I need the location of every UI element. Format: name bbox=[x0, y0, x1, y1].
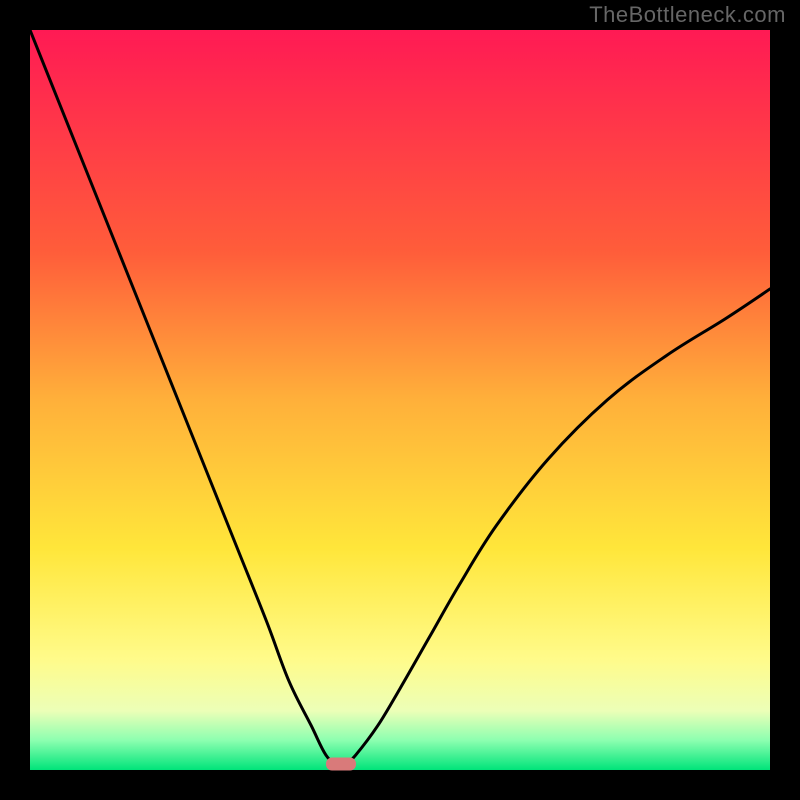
chart-frame: TheBottleneck.com bbox=[0, 0, 800, 800]
curve-right bbox=[341, 289, 770, 770]
plot-area bbox=[30, 30, 770, 770]
bottleneck-marker bbox=[326, 758, 356, 771]
watermark-label: TheBottleneck.com bbox=[589, 2, 786, 28]
curve-svg bbox=[30, 30, 770, 770]
curve-left bbox=[30, 30, 341, 770]
